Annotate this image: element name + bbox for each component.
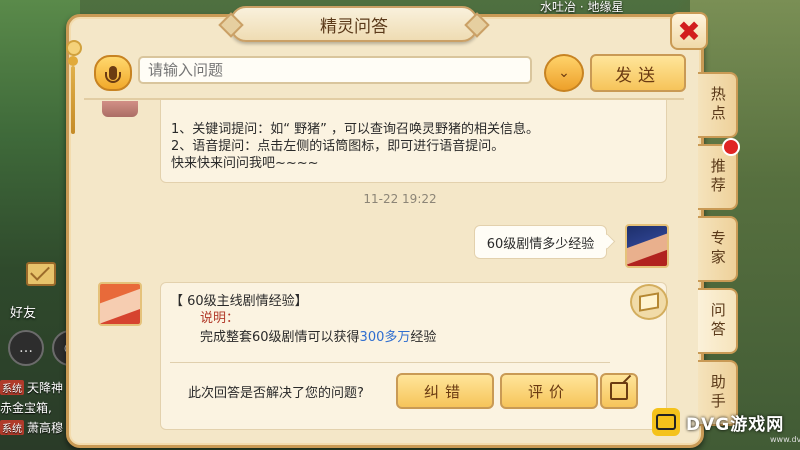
- chevron-down-icon: ⌄: [558, 65, 570, 81]
- answer-text: 完成整套60级剧情可以获得300多万经验: [200, 326, 436, 345]
- background-chat-line: 系统 萧高穆: [0, 416, 72, 438]
- background-top-text: 水吐冶 · 地缘星: [540, 0, 624, 14]
- answer-text-after: 经验: [410, 330, 437, 345]
- user-question-text: 60级剧情多少经验: [486, 236, 595, 252]
- close-button[interactable]: ✖: [670, 12, 708, 50]
- microphone-button[interactable]: [94, 55, 132, 91]
- tab-label: 专家: [708, 230, 727, 268]
- notification-badge: [722, 138, 740, 156]
- watermark-url: www.dvg.cn: [770, 435, 800, 444]
- mail-icon[interactable]: [26, 262, 56, 286]
- bot-avatar: [98, 282, 142, 326]
- tab-label: 助手: [708, 374, 727, 412]
- background-chat-line: 系统 天降神: [0, 376, 72, 398]
- message-timestamp: 11-22 19:22: [363, 192, 437, 206]
- gamepad-icon: [652, 408, 680, 436]
- tab-qa[interactable]: 问答: [698, 288, 738, 354]
- background-chat-line: 赤金宝箱,: [0, 396, 72, 418]
- answer-text-before: 完成整套60级剧情可以获得: [200, 330, 360, 345]
- share-icon: [610, 382, 628, 400]
- tab-expert[interactable]: 专家: [698, 216, 738, 282]
- watermark: DVG游戏网: [652, 408, 784, 436]
- send-button[interactable]: 发送: [590, 54, 686, 92]
- tassel-decoration: [66, 40, 82, 138]
- share-button[interactable]: [600, 373, 638, 409]
- system-tag: 系统: [0, 379, 24, 395]
- answer-divider: [170, 362, 610, 363]
- rate-button[interactable]: 评价: [500, 373, 598, 409]
- scroll-book-icon[interactable]: [630, 284, 668, 320]
- user-question-bubble: 60级剧情多少经验: [474, 225, 607, 259]
- chat-line-text: 萧高穆: [27, 420, 64, 435]
- intro-line: 快来快来问问我吧~~~~: [171, 156, 319, 171]
- system-tag: 系统: [0, 419, 24, 435]
- bot-avatar-partial: [102, 101, 138, 117]
- intro-message: 1、关键词提问：如“ 野猪” ，可以查询召唤灵野猪的相关信息。 2、语音提问：点…: [160, 100, 667, 183]
- friend-label[interactable]: 好友: [10, 302, 36, 321]
- chat-line-text: 赤金宝箱,: [0, 400, 52, 415]
- chat-line-text: 天降神: [27, 380, 64, 395]
- answer-highlight: 300多万: [359, 330, 411, 345]
- tab-label: 问答: [708, 302, 727, 340]
- feedback-question: 此次回答是否解决了您的问题?: [188, 386, 364, 401]
- watermark-brand: DVG游戏网: [686, 414, 785, 435]
- tab-hot[interactable]: 热点: [698, 72, 738, 138]
- chat-bubble-icon[interactable]: …: [8, 330, 44, 366]
- tab-label: 推荐: [708, 158, 727, 196]
- answer-label: 说明：: [200, 311, 240, 326]
- microphone-icon: [105, 66, 121, 83]
- correct-error-button[interactable]: 纠错: [396, 373, 494, 409]
- tab-label: 热点: [708, 86, 727, 124]
- question-input[interactable]: [138, 56, 532, 84]
- user-avatar: [625, 224, 669, 268]
- dialog-title: 精灵问答: [230, 6, 478, 42]
- history-dropdown-button[interactable]: ⌄: [544, 54, 584, 92]
